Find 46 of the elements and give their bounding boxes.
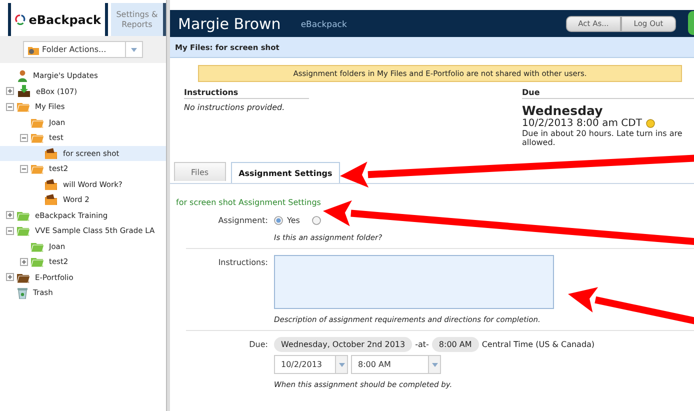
caret-icon [432, 362, 438, 366]
timezone-label: Central Time (US & Canada) [482, 340, 595, 349]
logo-tab[interactable]: eBackpack [8, 3, 108, 36]
expand-icon[interactable] [6, 211, 14, 220]
tab[interactable]: Files [174, 162, 226, 181]
app-name: eBackpack [300, 20, 347, 30]
user-name: Margie Brown [178, 14, 281, 32]
due-note: Due in about 20 hours. Late turn ins are allowed. [522, 129, 684, 147]
time-chip: 8:00 AM [432, 337, 479, 352]
radio-icon [312, 216, 321, 224]
radio-icon [274, 216, 283, 224]
collapse-icon[interactable] [6, 102, 14, 111]
folder-book-icon [45, 148, 58, 159]
date-select[interactable]: 10/2/2013 [274, 355, 348, 374]
expand-icon[interactable] [20, 258, 28, 266]
date-chip: Wednesday, October 2nd 2013 [274, 337, 412, 352]
person-icon [17, 70, 28, 82]
tab[interactable]: Assignment Settings [230, 162, 340, 183]
radio-button[interactable]: Yes [274, 216, 300, 224]
field-label: Instructions: [217, 257, 268, 269]
at-label: -at- [415, 340, 429, 349]
folder-actions-dropdown[interactable]: Folder Actions... [23, 41, 143, 58]
expand-icon[interactable] [6, 87, 14, 96]
collapse-icon[interactable] [20, 134, 28, 142]
gear-folder-icon [28, 44, 39, 54]
field-label: Due: [248, 339, 268, 351]
section-heading: Instructions [184, 88, 309, 99]
collapse-icon[interactable] [20, 164, 28, 173]
instructions-field[interactable] [274, 255, 554, 309]
section-heading: Due [522, 88, 694, 99]
collapse-icon[interactable] [6, 226, 14, 235]
instructions-text: No instructions provided. [184, 103, 285, 112]
folder-book-icon [45, 194, 58, 206]
settings-title: for screen shot Assignment Settings [176, 198, 322, 207]
folder-book-icon [45, 178, 58, 190]
inbox-icon [17, 85, 31, 98]
due-day: Wednesday [522, 103, 694, 118]
caret-icon [131, 48, 137, 52]
due-datetime: 10/2/2013 8:00 am CDT [522, 118, 642, 129]
expand-icon[interactable] [6, 273, 14, 282]
radio-button[interactable] [312, 216, 321, 224]
caret-icon [338, 362, 344, 366]
time-select[interactable]: 8:00 AM [351, 355, 441, 374]
trash-icon [17, 286, 28, 299]
status-dot-icon [646, 119, 655, 128]
field-label: Assignment: [217, 215, 268, 227]
